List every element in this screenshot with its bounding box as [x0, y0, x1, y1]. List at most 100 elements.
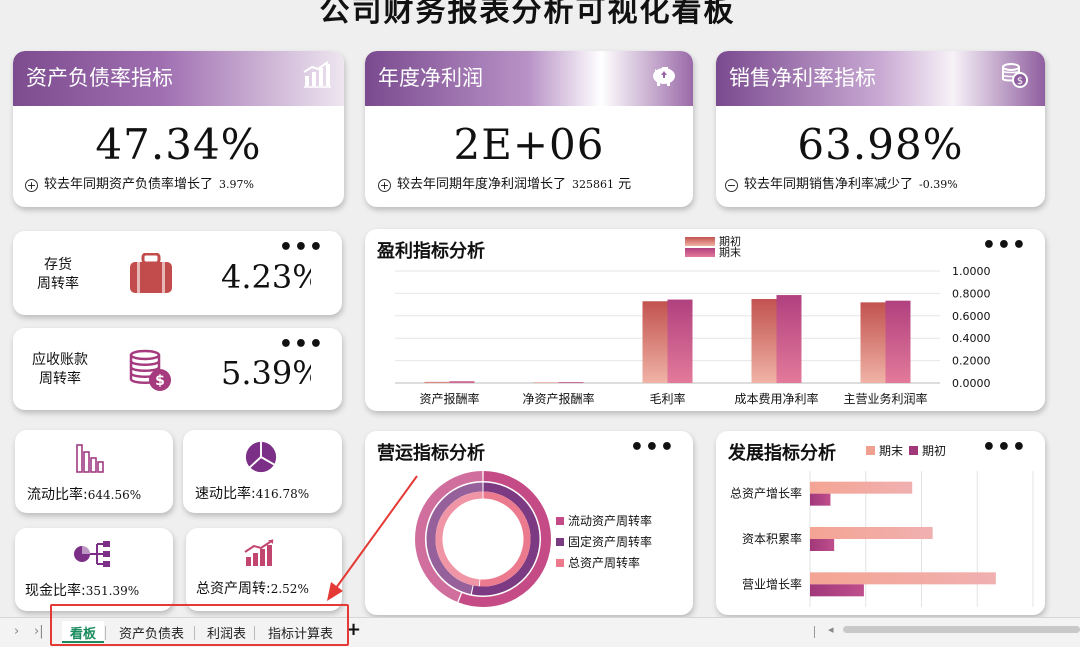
legend-swatch [685, 237, 715, 246]
turnover-label-line1: 应收账款 [32, 352, 88, 368]
asset-turnover-card: 总资产周转:2.52% [186, 528, 342, 611]
kpi-header: 年度净利润 [365, 51, 693, 106]
legend-label: 流动资产周转率 [568, 513, 652, 528]
kpi-title: 年度净利润 [378, 66, 483, 90]
ratio-value: 416.78% [255, 487, 310, 501]
growth-bars-icon [244, 539, 274, 566]
ratio-label: 流动比率:644.56% [27, 484, 141, 504]
legend-swatch [556, 559, 564, 567]
legend-label: 期末 [719, 245, 741, 259]
dashboard-title: 公司财务报表分析可视化看板 [319, 0, 736, 29]
tab-scroll-last-icon[interactable]: ›| [34, 624, 44, 639]
legend-label: 期末 [879, 444, 903, 458]
network-icon [74, 541, 110, 567]
bar [810, 493, 831, 506]
y-tick-label: 0.4000 [952, 332, 991, 345]
y-tick-label: 0.2000 [952, 355, 991, 368]
bar [810, 572, 996, 585]
money-stack-icon: $ [129, 349, 171, 391]
bar [449, 381, 475, 383]
legend-label: 期初 [922, 444, 946, 458]
bar [885, 300, 911, 383]
pie-icon [245, 441, 277, 473]
kpi-header: 资产负债率指标 [13, 51, 344, 106]
kpi-card-net-profit: 年度净利润 2E+06 + 较去年同期年度净利润增长了 325861 元 [365, 51, 693, 207]
turnover-label: 存货 周转率 [23, 256, 93, 294]
ratio-value: 644.56% [87, 488, 142, 502]
bar [751, 299, 777, 383]
bar [860, 302, 886, 383]
bar [810, 539, 835, 551]
kpi-value: 63.98% [797, 120, 964, 169]
turnover-label-line2: 周转率 [39, 371, 81, 387]
bar [424, 381, 450, 383]
profit-bar-chart: 1.0000 0.8000 0.6000 0.4000 0.2000 0.0000 资产报酬… [395, 234, 991, 406]
bar-chart-up-icon [303, 61, 331, 88]
y-tick-label: 营业增长率 [742, 576, 802, 591]
kpi-card-sales-margin: 销售净利率指标 $ 63.98% − 较去年同期销售净利率减少了 -0.39% [716, 51, 1045, 207]
plus-circle-icon: + [25, 179, 38, 192]
bar-outline-icon [76, 444, 104, 473]
kpi-note-value: -0.39% [919, 178, 958, 191]
x-tick-label: 成本费用净利率 [734, 391, 818, 406]
coins-icon: $ [1002, 63, 1028, 88]
scroll-divider [814, 626, 815, 638]
plus-circle-icon: + [378, 179, 391, 192]
turnover-label: 应收账款 周转率 [17, 351, 103, 389]
kpi-note-value: 3.97% [219, 178, 254, 191]
bar [667, 299, 693, 383]
scroll-left-icon[interactable]: ◂ [828, 623, 834, 636]
turnover-label-line1: 存货 [44, 257, 72, 273]
turnover-value: 4.23% [221, 258, 311, 296]
y-tick-label: 0.8000 [952, 287, 991, 300]
x-tick-label: 资产报酬率 [419, 391, 479, 406]
ratio-label-text: 速动比率: [195, 486, 256, 502]
suitcase-icon [130, 253, 172, 293]
legend-swatch [685, 248, 715, 257]
kpi-value: 2E+06 [453, 120, 605, 169]
ratio-label: 速动比率:416.78% [195, 483, 309, 503]
kpi-note-value: 325861 [572, 178, 615, 191]
piggy-bank-icon [653, 67, 675, 86]
ratio-label-text: 现金比率: [25, 583, 86, 599]
bar [533, 382, 559, 383]
y-tick-label: 资本积累率 [742, 531, 802, 546]
kpi-title: 资产负债率指标 [26, 66, 173, 90]
ratio-value: 351.39% [85, 584, 140, 598]
inventory-turnover-card: ••• 存货 周转率 4.23% [13, 231, 342, 315]
kpi-note-text: 较去年同期年度净利润增长了 [397, 177, 567, 192]
receivable-turnover-card: ••• 应收账款 周转率 $ 5.39% [13, 328, 342, 410]
kpi-note-text: 较去年同期资产负债率增长了 [44, 177, 214, 192]
y-tick-label: 1.0000 [952, 265, 991, 278]
y-tick-label: 总资产增长率 [730, 486, 802, 501]
operation-analysis-card: 营运指标分析 ••• 流动资产周转率 固定资产周转率 总资产周转率 [365, 431, 693, 615]
current-ratio-card: 流动比率:644.56% [15, 430, 173, 513]
kpi-note: − 较去年同期销售净利率减少了 -0.39% [716, 173, 1045, 192]
kpi-note: + 较去年同期年度净利润增长了 325861 元 [365, 173, 693, 192]
minus-circle-icon: − [725, 179, 738, 192]
bar [810, 584, 864, 597]
legend-swatch [556, 517, 564, 525]
legend-swatch [909, 446, 918, 455]
x-tick-label: 主营业务利润率 [843, 391, 927, 406]
tab-scroll-next-icon[interactable]: › [14, 624, 19, 639]
legend-label: 总资产周转率 [568, 555, 640, 570]
bar [776, 295, 802, 383]
svg-text:$: $ [1017, 76, 1023, 87]
svg-text:$: $ [155, 373, 165, 389]
ratio-label-text: 总资产周转: [196, 581, 271, 597]
annotation-highlight-box [50, 604, 349, 646]
bar [558, 382, 584, 383]
growth-bar-chart: 总资产增长率资本积累率营业增长率 期末 期初 [730, 444, 1034, 607]
ratio-value: 2.52% [270, 582, 309, 596]
horizontal-scrollbar[interactable] [843, 626, 1080, 633]
x-tick-label: 净资产报酬率 [522, 391, 594, 406]
kpi-value: 47.34% [95, 120, 262, 169]
legend-swatch [866, 446, 875, 455]
growth-analysis-card: 发展指标分析 ••• 总资产增长率 资本积累率 营业增长率 期末 期初 [716, 431, 1045, 615]
bar [810, 527, 933, 539]
quick-ratio-card: 速动比率:416.78% [183, 430, 342, 513]
more-menu-icon[interactable]: ••• [279, 235, 324, 260]
y-tick-label: 0.6000 [952, 310, 991, 323]
kpi-header: 销售净利率指标 $ [716, 51, 1045, 106]
